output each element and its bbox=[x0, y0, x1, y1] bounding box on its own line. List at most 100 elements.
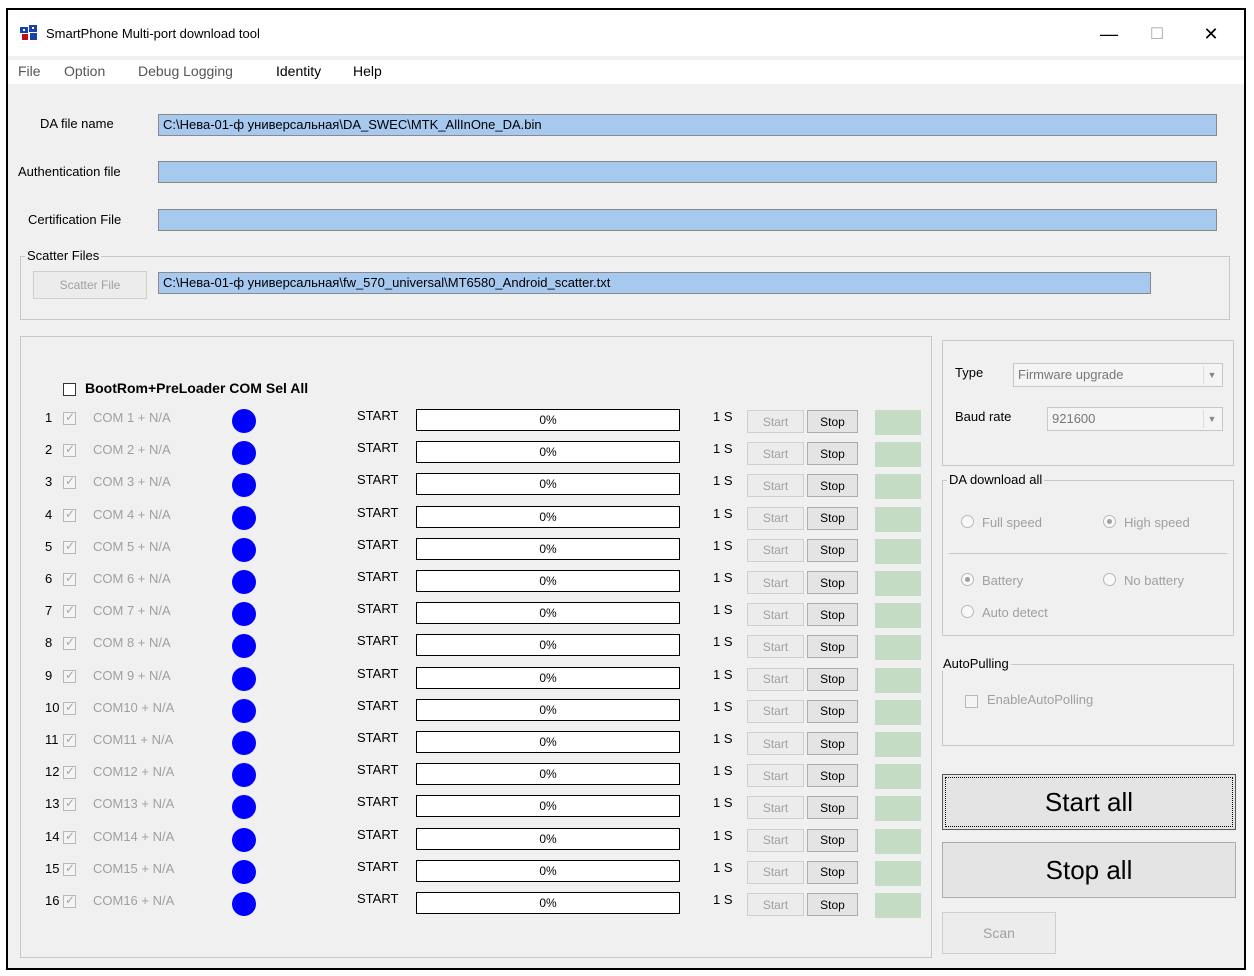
port-checkbox[interactable] bbox=[63, 571, 76, 586]
port-label: COM 9 + N/A bbox=[93, 667, 171, 683]
port-stop-button[interactable]: Stop bbox=[807, 764, 858, 788]
authentication-file-field[interactable] bbox=[158, 161, 1217, 183]
port-checkbox[interactable] bbox=[63, 764, 76, 780]
maximize-button[interactable]: ☐ bbox=[1134, 18, 1180, 50]
port-label: COM 6 + N/A bbox=[93, 571, 171, 586]
port-stop-button[interactable]: Stop bbox=[807, 699, 858, 723]
port-checkbox[interactable] bbox=[63, 442, 76, 458]
menu-option[interactable]: Option bbox=[64, 63, 105, 79]
port-start-button[interactable]: Start bbox=[747, 538, 804, 562]
port-start-button[interactable]: Start bbox=[747, 635, 804, 659]
progress-bar: 0% bbox=[416, 859, 680, 882]
port-start-button[interactable]: Start bbox=[747, 764, 804, 788]
port-start-button[interactable]: Start bbox=[747, 893, 804, 916]
no-battery-radio[interactable]: No battery bbox=[1103, 573, 1184, 588]
enable-autopolling-checkbox[interactable] bbox=[965, 695, 978, 708]
port-start-button[interactable]: Start bbox=[747, 860, 804, 884]
port-result-indicator bbox=[875, 667, 921, 693]
port-checkbox[interactable] bbox=[63, 474, 76, 490]
port-checkbox[interactable] bbox=[63, 732, 76, 747]
port-checkbox[interactable] bbox=[63, 861, 76, 876]
port-index: 10 bbox=[45, 699, 60, 715]
port-stop-button[interactable]: Stop bbox=[807, 474, 858, 498]
progress-bar: 0% bbox=[416, 441, 680, 464]
port-stop-button[interactable]: Stop bbox=[807, 538, 858, 562]
port-checkbox[interactable] bbox=[63, 410, 76, 425]
port-checkbox[interactable] bbox=[63, 635, 76, 651]
port-checkbox[interactable] bbox=[63, 893, 76, 908]
menu-file[interactable]: File bbox=[18, 63, 41, 79]
da-file-field[interactable]: C:\Нева-01-ф универсальная\DA_SWEC\MTK_A… bbox=[158, 114, 1217, 136]
port-index: 3 bbox=[45, 474, 53, 490]
port-label: COM12 + N/A bbox=[93, 764, 175, 780]
port-start-button[interactable]: Start bbox=[747, 699, 804, 723]
port-row: 3 COM 3 + N/A START 0% 1 S StartStop bbox=[21, 471, 931, 501]
scatter-file-button[interactable]: Scatter File bbox=[33, 271, 147, 299]
port-start-button[interactable]: Start bbox=[747, 410, 804, 433]
port-start-button[interactable]: Start bbox=[747, 828, 804, 852]
full-speed-radio[interactable]: Full speed bbox=[961, 515, 1042, 530]
type-select[interactable]: Firmware upgrade ▼ bbox=[1013, 363, 1223, 387]
port-stop-button[interactable]: Stop bbox=[807, 732, 858, 755]
port-stop-button[interactable]: Stop bbox=[807, 893, 858, 916]
da-file-label: DA file name bbox=[40, 116, 114, 131]
port-checkbox[interactable] bbox=[63, 829, 76, 844]
status-dot-icon bbox=[232, 731, 256, 755]
close-button[interactable]: ✕ bbox=[1188, 18, 1234, 50]
battery-radio[interactable]: Battery bbox=[961, 573, 1023, 588]
stop-all-button[interactable]: Stop all bbox=[942, 842, 1236, 898]
auto-detect-radio[interactable]: Auto detect bbox=[961, 605, 1048, 620]
high-speed-radio[interactable]: High speed bbox=[1103, 515, 1190, 530]
port-start-button[interactable]: Start bbox=[747, 474, 804, 498]
elapsed-time: 1 S bbox=[713, 505, 733, 521]
port-stop-button[interactable]: Stop bbox=[807, 442, 858, 466]
title-bar: SmartPhone Multi-port download tool — ☐ … bbox=[8, 10, 1244, 56]
port-start-button[interactable]: Start bbox=[747, 796, 804, 820]
port-checkbox[interactable] bbox=[63, 668, 76, 683]
port-start-button[interactable]: Start bbox=[747, 506, 804, 530]
autopulling-title: AutoPulling bbox=[941, 656, 1011, 671]
port-checkbox[interactable] bbox=[63, 700, 76, 715]
baud-rate-select[interactable]: 921600 ▼ bbox=[1047, 407, 1223, 431]
port-row: 6 COM 6 + N/A START 0% 1 S StartStop bbox=[21, 568, 931, 598]
port-start-button[interactable]: Start bbox=[747, 732, 804, 755]
port-stop-button[interactable]: Stop bbox=[807, 603, 858, 627]
port-stop-button[interactable]: Stop bbox=[807, 571, 858, 594]
menu-help[interactable]: Help bbox=[353, 63, 382, 79]
port-stop-button[interactable]: Stop bbox=[807, 860, 858, 884]
port-stop-button[interactable]: Stop bbox=[807, 667, 858, 691]
port-stop-button[interactable]: Stop bbox=[807, 635, 858, 659]
enable-autopolling-label: EnableAutoPolling bbox=[987, 692, 1094, 707]
certification-file-field[interactable] bbox=[158, 209, 1217, 231]
sel-all-checkbox[interactable] bbox=[63, 383, 76, 396]
elapsed-time: 1 S bbox=[713, 666, 733, 682]
port-index: 4 bbox=[45, 506, 53, 522]
start-all-button[interactable]: Start all bbox=[942, 774, 1236, 830]
port-checkbox[interactable] bbox=[63, 796, 76, 812]
progress-bar: 0% bbox=[416, 473, 680, 496]
port-start-button[interactable]: Start bbox=[747, 571, 804, 594]
port-stop-button[interactable]: Stop bbox=[807, 506, 858, 530]
port-result-indicator bbox=[875, 410, 921, 435]
port-start-button[interactable]: Start bbox=[747, 603, 804, 627]
port-result-indicator bbox=[875, 442, 921, 468]
port-result-indicator bbox=[875, 635, 921, 661]
scatter-file-field[interactable]: C:\Нева-01-ф универсальная\fw_570_univer… bbox=[158, 272, 1151, 294]
port-checkbox[interactable] bbox=[63, 507, 76, 522]
port-checkbox[interactable] bbox=[63, 603, 76, 619]
chevron-down-icon: ▼ bbox=[1203, 410, 1220, 428]
port-row: 4 COM 4 + N/A START 0% 1 S StartStop bbox=[21, 504, 931, 534]
status-dot-icon bbox=[232, 892, 256, 916]
port-checkbox[interactable] bbox=[63, 539, 76, 554]
certification-file-label: Certification File bbox=[28, 212, 122, 227]
scan-button[interactable]: Scan bbox=[942, 912, 1056, 954]
port-stop-button[interactable]: Stop bbox=[807, 410, 858, 433]
port-stop-button[interactable]: Stop bbox=[807, 796, 858, 820]
port-result-indicator bbox=[875, 474, 921, 500]
menu-identity[interactable]: Identity bbox=[276, 63, 321, 79]
port-stop-button[interactable]: Stop bbox=[807, 828, 858, 852]
menu-debug-logging[interactable]: Debug Logging bbox=[138, 63, 233, 79]
port-start-button[interactable]: Start bbox=[747, 442, 804, 466]
port-start-button[interactable]: Start bbox=[747, 667, 804, 691]
minimize-button[interactable]: — bbox=[1086, 18, 1132, 50]
